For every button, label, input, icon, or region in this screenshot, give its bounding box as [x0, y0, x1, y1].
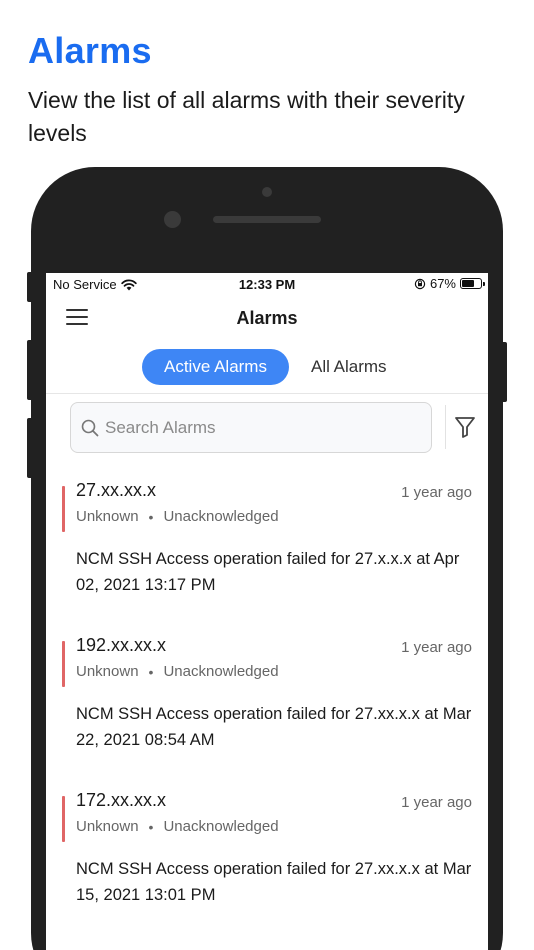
separator-dot: • [148, 663, 154, 680]
page-title: Alarms [236, 308, 298, 328]
separator-dot: • [148, 508, 154, 525]
alarm-status: Unacknowledged [163, 508, 279, 525]
tab-all-alarms[interactable]: All Alarms [289, 349, 409, 385]
alarm-tabs: Active Alarms All Alarms [142, 349, 409, 385]
alarm-message: NCM SSH Access operation failed for 27.x… [76, 860, 472, 904]
tab-active-alarms[interactable]: Active Alarms [142, 349, 289, 385]
severity-indicator [62, 641, 65, 687]
alarm-severity: Unknown [76, 818, 139, 835]
promo-subheading: View the list of all alarms with their s… [28, 87, 465, 146]
promo-heading: Alarms [28, 30, 152, 71]
filter-icon[interactable] [454, 415, 476, 439]
search-input[interactable] [105, 417, 405, 438]
alarm-status: Unacknowledged [163, 818, 279, 835]
alarm-severity: Unknown [76, 508, 139, 525]
search-box [70, 402, 432, 453]
alarm-time: 1 year ago [401, 639, 472, 656]
severity-indicator [62, 486, 65, 532]
alarm-status: Unacknowledged [163, 663, 279, 680]
alarm-host: 172.xx.xx.x [76, 790, 167, 810]
nav-bar: Alarms [46, 299, 488, 339]
alarm-host: 27.xx.xx.x [76, 480, 157, 500]
alarm-time: 1 year ago [401, 794, 472, 811]
separator-dot: • [148, 818, 154, 835]
alarm-severity: Unknown [76, 663, 139, 680]
orientation-lock-icon [414, 278, 426, 289]
status-bar: No Service 12:33 PM 67% [46, 273, 488, 295]
battery-icon [460, 278, 485, 289]
phone-speaker [213, 216, 321, 223]
alarm-message: NCM SSH Access operation failed for 27.x… [76, 705, 472, 749]
phone-camera [262, 187, 272, 197]
alarm-time: 1 year ago [401, 484, 472, 501]
battery-percent: 67% [429, 276, 456, 291]
phone-sensor [164, 211, 181, 228]
phone-screen: No Service 12:33 PM 67% Alarms Active Al… [46, 273, 488, 950]
header-divider [46, 393, 488, 394]
search-icon [81, 419, 99, 436]
search-divider [445, 405, 446, 449]
alarm-message: NCM SSH Access operation failed for 27.x… [76, 550, 460, 594]
severity-indicator [62, 796, 65, 842]
alarm-host: 192.xx.xx.x [76, 635, 167, 655]
